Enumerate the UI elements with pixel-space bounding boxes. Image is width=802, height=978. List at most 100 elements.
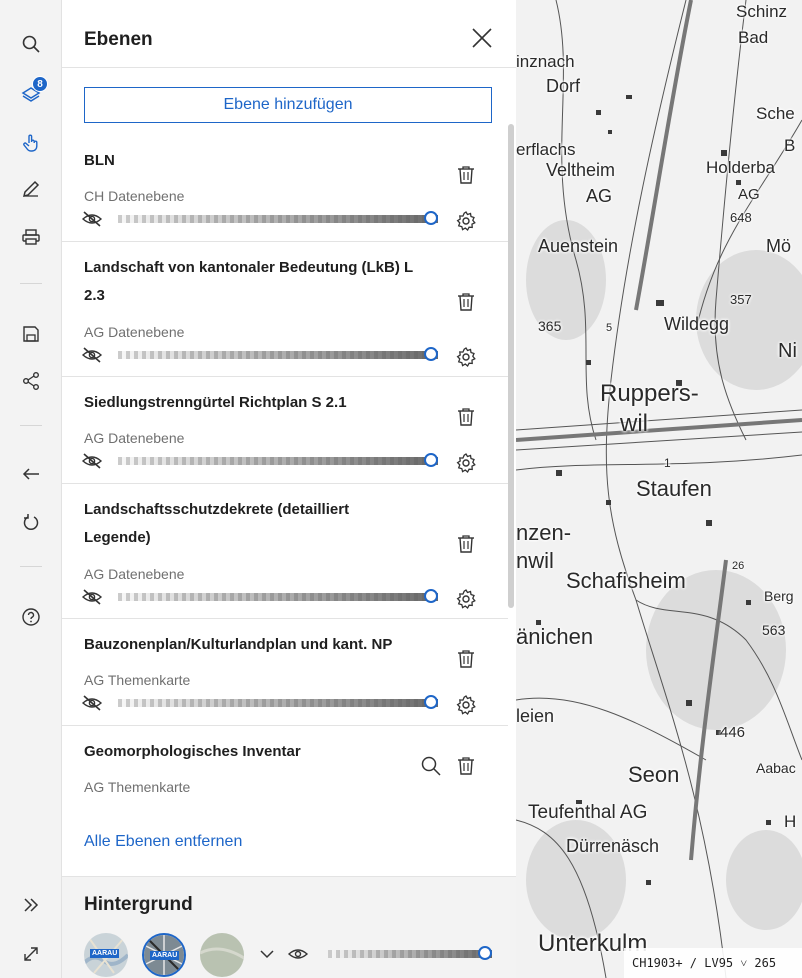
trash-icon <box>455 535 477 559</box>
layers-count-badge: 8 <box>32 76 48 92</box>
map-label: Wildegg <box>664 314 730 334</box>
layer-title: Landschaft von kantonaler Bedeutung (LkB… <box>84 259 413 304</box>
save-button[interactable] <box>15 318 47 350</box>
layer-opacity-slider[interactable] <box>118 453 438 467</box>
trash-icon <box>455 408 477 432</box>
toggle-visibility-button[interactable] <box>81 346 103 364</box>
layer-title: Landschaftsschutzdekrete (detailliert Le… <box>84 501 350 546</box>
save-icon <box>23 326 39 342</box>
layer-row: Geomorphologisches Inventar AG Themenkart… <box>62 726 508 807</box>
layers-panel: Ebenen Ebene hinzufügen BLN CH Datenebene… <box>62 0 516 978</box>
print-button[interactable] <box>15 221 47 253</box>
opacity-track <box>118 457 438 465</box>
map-label: nwil <box>516 548 554 573</box>
search-button[interactable] <box>15 28 47 60</box>
rotate-icon <box>23 514 39 530</box>
identify-button[interactable] <box>15 127 47 159</box>
chevron-down-icon[interactable]: ˅ <box>740 956 754 970</box>
zoom-to-layer-button[interactable] <box>420 755 442 777</box>
layer-opacity-slider[interactable] <box>118 211 438 225</box>
background-thumb-color[interactable]: AARAU <box>84 933 128 977</box>
map-label: H <box>784 812 797 831</box>
layer-opacity-slider[interactable] <box>118 347 438 361</box>
delete-layer-button[interactable] <box>455 755 477 777</box>
map-label: 648 <box>730 210 752 225</box>
help-button[interactable] <box>15 601 47 633</box>
coord-system-select[interactable]: CH1903+ / LV95 <box>632 956 733 970</box>
pencil-icon <box>22 180 40 198</box>
background-thumb-aerial[interactable] <box>200 933 244 977</box>
toggle-visibility-button[interactable] <box>81 588 103 606</box>
search-icon <box>420 756 442 781</box>
expand-icon <box>24 947 38 961</box>
background-opacity-slider[interactable] <box>328 946 492 960</box>
toggle-visibility-button[interactable] <box>81 452 103 470</box>
chevron-down-icon[interactable] <box>258 947 276 961</box>
opacity-knob[interactable] <box>424 589 438 603</box>
layer-row: Landschaft von kantonaler Bedeutung (LkB… <box>62 242 508 377</box>
eye-off-icon <box>81 695 103 716</box>
delete-layer-button[interactable] <box>455 648 477 670</box>
coord-value: 265 <box>754 956 777 970</box>
map-label: Ni <box>778 340 797 362</box>
remove-all-layers-link[interactable]: Alle Ebenen entfernen <box>84 833 242 851</box>
delete-layer-button[interactable] <box>455 164 477 186</box>
map-label: 446 <box>720 724 746 741</box>
layer-title: Bauzonenplan/Kulturlandplan und kant. NP <box>84 636 393 653</box>
map-label: leien <box>516 706 555 726</box>
opacity-knob[interactable] <box>424 211 438 225</box>
opacity-knob[interactable] <box>424 347 438 361</box>
layer-settings-button[interactable] <box>455 694 477 716</box>
trash-icon <box>455 650 477 674</box>
layer-list-scrollbar[interactable] <box>508 124 514 608</box>
printer-icon <box>22 229 40 245</box>
map-label: Aabac <box>756 760 796 776</box>
map-label: Dorf <box>546 76 581 96</box>
map-label: Schinz <box>736 2 788 21</box>
map-label: AG <box>586 186 613 206</box>
draw-button[interactable] <box>15 173 47 205</box>
map-label: Teufenthal AG <box>528 802 648 823</box>
reset-button[interactable] <box>15 506 47 538</box>
background-thumb-gray[interactable]: AARAU <box>142 933 186 977</box>
layer-title: Geomorphologisches Inventar <box>84 743 301 760</box>
map-label: Berg <box>764 588 794 604</box>
layer-settings-button[interactable] <box>455 210 477 232</box>
close-icon[interactable] <box>468 24 496 52</box>
double-chevron-right-icon <box>24 898 39 912</box>
expand-panel-button[interactable] <box>15 889 47 921</box>
layer-subtitle: CH Datenebene <box>84 188 185 204</box>
search-icon <box>22 35 40 53</box>
layer-settings-button[interactable] <box>455 452 477 474</box>
share-button[interactable] <box>15 365 47 397</box>
layer-opacity-slider[interactable] <box>118 695 438 709</box>
map-label: inznach <box>516 52 575 71</box>
map-label: 365 <box>538 318 562 334</box>
back-button[interactable] <box>15 458 47 490</box>
delete-layer-button[interactable] <box>455 533 477 555</box>
eye-icon[interactable] <box>287 946 309 962</box>
layer-settings-button[interactable] <box>455 346 477 368</box>
toggle-visibility-button[interactable] <box>81 694 103 712</box>
share-icon <box>23 372 39 390</box>
opacity-knob[interactable] <box>424 453 438 467</box>
layer-opacity-slider[interactable] <box>118 589 438 603</box>
layer-settings-button[interactable] <box>455 588 477 610</box>
opacity-knob[interactable] <box>478 946 492 960</box>
delete-layer-button[interactable] <box>455 406 477 428</box>
layers-button[interactable]: 8 <box>15 76 48 111</box>
add-layer-button[interactable]: Ebene hinzufügen <box>84 87 492 123</box>
fullscreen-button[interactable] <box>15 938 47 970</box>
coordinate-readout[interactable]: CH1903+ / LV95 ˅ 265 <box>624 948 802 978</box>
layer-row: BLN CH Datenebene <box>62 135 508 242</box>
toolbar: 8 <box>0 0 62 978</box>
background-thumb-label: AARAU <box>90 949 120 958</box>
opacity-knob[interactable] <box>424 695 438 709</box>
toggle-visibility-button[interactable] <box>81 210 103 228</box>
gear-icon <box>455 211 477 236</box>
map-label: Mö <box>766 236 792 256</box>
map-view[interactable]: Schinz Bad inznach Dorf Sche erflachs B Velthei… <box>516 0 802 978</box>
toolbar-divider <box>20 425 42 426</box>
map-label: Bad <box>738 28 769 47</box>
delete-layer-button[interactable] <box>455 291 477 313</box>
